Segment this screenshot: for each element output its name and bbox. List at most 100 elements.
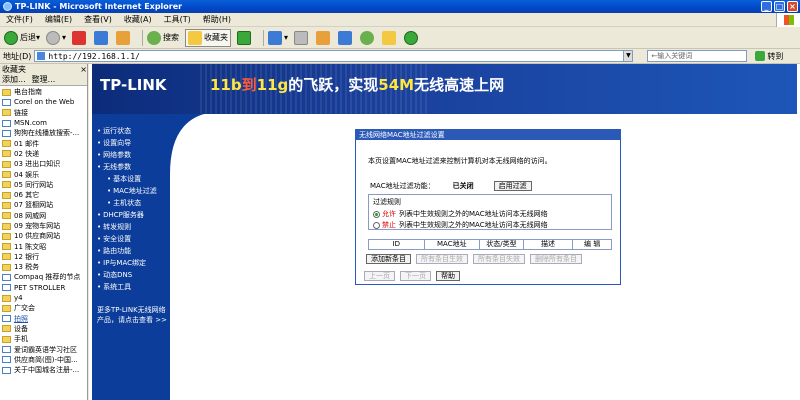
favorite-item[interactable]: 13 税务 (0, 262, 87, 272)
favorite-item[interactable]: 关于中国城名注册-... (0, 365, 87, 375)
tools-icon (404, 30, 419, 45)
page-icon (2, 356, 11, 364)
minimize-button[interactable]: _ (761, 1, 772, 12)
nav-item[interactable]: 基本设置 (107, 174, 141, 184)
address-input[interactable]: http://192.168.1.1/ (34, 50, 625, 62)
folder-icon (2, 201, 11, 209)
nav-item[interactable]: 主机状态 (107, 198, 141, 208)
mail-button[interactable]: ▾ (268, 30, 288, 45)
favorite-item[interactable]: 04 娱乐 (0, 169, 87, 179)
nav-item[interactable]: 网络参数 (97, 150, 131, 160)
media-button[interactable] (237, 30, 253, 45)
nav-item[interactable]: 无线参数 (97, 162, 131, 172)
edit-button[interactable] (316, 30, 332, 45)
rule-allow-radio[interactable] (373, 210, 380, 218)
favorite-item[interactable]: 电台指南 (0, 87, 87, 97)
organize-favorites-button[interactable]: 整理... (32, 74, 56, 85)
close-icon[interactable]: × (80, 65, 87, 74)
stop-button[interactable] (72, 30, 88, 45)
nav-item[interactable]: MAC地址过滤 (107, 186, 157, 196)
favorite-item[interactable]: 08 网威网 (0, 211, 87, 221)
tplink-logo: TP-LINK (100, 76, 167, 94)
rule-deny-radio[interactable] (373, 221, 380, 229)
edit-icon (316, 30, 331, 45)
add-entry-button[interactable]: 添加新条目 (366, 254, 411, 264)
favorite-item[interactable]: 10 供应商网站 (0, 231, 87, 241)
favorite-item[interactable]: 06 其它 (0, 190, 87, 200)
filter-rules-group: 过滤规则 允许 列表中生效规则之外的MAC地址访问本无线网络 禁止 列表中生效规… (368, 194, 612, 230)
delete-all-button[interactable]: 删除所有条目 (530, 254, 582, 264)
favorite-item[interactable]: Corel on the Web (0, 97, 87, 107)
favorite-item[interactable]: 爱词霸英语学习社区 (0, 344, 87, 354)
filter-function-label: MAC地址过滤功能： (370, 182, 435, 190)
enable-filter-button[interactable]: 启用过滤 (493, 181, 532, 191)
tools-button[interactable] (404, 30, 420, 45)
favorite-item[interactable]: y4 (0, 293, 87, 303)
favorite-item[interactable]: 05 同行网站 (0, 180, 87, 190)
keyword-search-input[interactable]: ←输入关键词 (647, 50, 748, 62)
nav-item[interactable]: 运行状态 (97, 126, 131, 136)
filter-status: 已关闭 (452, 182, 474, 190)
stop-icon (72, 30, 87, 45)
favorite-item[interactable]: 09 宠物车网站 (0, 221, 87, 231)
favorite-item[interactable]: 07 篮橱网站 (0, 200, 87, 210)
nav-item[interactable]: IP与MAC绑定 (97, 258, 146, 268)
rule-deny-option[interactable]: 禁止 列表中生效规则之外的MAC地址访问本无线网络 (373, 220, 548, 230)
next-page-button[interactable]: 下一页 (400, 271, 431, 281)
research-button[interactable] (382, 30, 398, 45)
favorite-item[interactable]: MSN.com (0, 118, 87, 128)
menu-help[interactable]: 帮助(H) (203, 14, 231, 25)
ie-icon (3, 2, 12, 11)
favorite-item[interactable]: Compaq 推荐的节点 (0, 272, 87, 282)
favorite-item[interactable]: 11 陈文昭 (0, 241, 87, 251)
favorite-item[interactable]: 狗狗在线播放搜索-... (0, 128, 87, 138)
favorite-item[interactable]: 12 银行 (0, 252, 87, 262)
menu-favorites[interactable]: 收藏(A) (124, 14, 152, 25)
folder-icon (2, 243, 11, 251)
favorite-item[interactable]: 拍照 (0, 314, 87, 324)
favorite-item[interactable]: 手机 (0, 334, 87, 344)
menu-view[interactable]: 查看(V) (84, 14, 112, 25)
menu-edit[interactable]: 编辑(E) (45, 14, 72, 25)
favorite-item[interactable]: 供应商简(图)-中国... (0, 355, 87, 365)
favorite-item[interactable]: 广交会 (0, 303, 87, 313)
search-button[interactable]: 搜索 (147, 30, 179, 45)
research-icon (382, 30, 397, 45)
home-button[interactable] (116, 30, 132, 45)
refresh-button[interactable] (94, 30, 110, 45)
close-button[interactable]: × (787, 1, 798, 12)
nav-item[interactable]: 设置向导 (97, 138, 131, 148)
nav-item[interactable]: 动态DNS (97, 270, 132, 280)
nav-item[interactable]: DHCP服务器 (97, 210, 144, 220)
maximize-button[interactable]: □ (774, 1, 785, 12)
folder-icon (2, 160, 11, 168)
discuss-button[interactable] (338, 30, 354, 45)
back-button[interactable]: 后退 ▾ (4, 30, 40, 45)
nav-item[interactable]: 系统工具 (97, 282, 131, 292)
go-button[interactable]: 转到 (755, 51, 783, 62)
favorite-item[interactable]: 链接 (0, 108, 87, 118)
forward-button[interactable]: ▾ (46, 30, 66, 45)
favorite-item[interactable]: PET STROLLER (0, 283, 87, 293)
go-arrow-icon (755, 51, 766, 61)
prev-page-button[interactable]: 上一页 (364, 271, 395, 281)
address-dropdown-button[interactable]: ▼ (623, 50, 634, 62)
favorite-item[interactable]: 03 进出口知识 (0, 159, 87, 169)
menu-tools[interactable]: 工具(T) (164, 14, 191, 25)
favorites-button[interactable]: 收藏夹 (185, 28, 232, 47)
add-favorite-button[interactable]: 添加... (2, 74, 26, 85)
nav-item[interactable]: 安全设置 (97, 234, 131, 244)
favorite-item[interactable]: 设备 (0, 324, 87, 334)
enable-all-button[interactable]: 所有条目生效 (416, 254, 468, 264)
messenger-button[interactable] (360, 30, 376, 45)
menu-file[interactable]: 文件(F) (6, 14, 33, 25)
favorite-item[interactable]: 01 邮件 (0, 138, 87, 148)
rule-allow-option[interactable]: 允许 列表中生效规则之外的MAC地址访问本无线网络 (373, 209, 548, 219)
nav-item[interactable]: 路由功能 (97, 246, 131, 256)
disable-all-button[interactable]: 所有条目失效 (473, 254, 525, 264)
help-button[interactable]: 帮助 (436, 271, 460, 281)
favorite-item[interactable]: 02 快递 (0, 149, 87, 159)
nav-item[interactable]: 转发规则 (97, 222, 131, 232)
more-products-link[interactable]: 更多TP-LINK无线网络 产品，请点击查看 >> (97, 297, 167, 325)
print-button[interactable] (294, 30, 310, 45)
